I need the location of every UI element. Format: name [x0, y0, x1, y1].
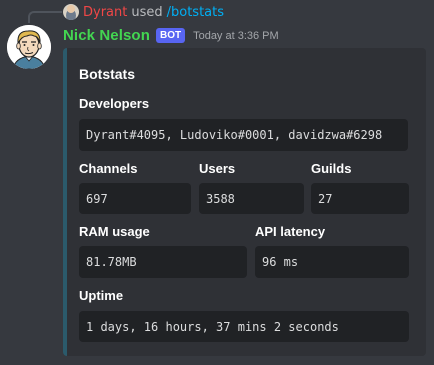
- field-name-api-latency: API latency: [255, 224, 326, 239]
- field-name-channels: Channels: [79, 161, 138, 176]
- field-value-api-latency: 96 ms: [255, 246, 409, 278]
- message-timestamp[interactable]: Today at 3:36 PM: [193, 30, 279, 42]
- field-name-guilds: Guilds: [311, 161, 352, 176]
- reply-connector-line: [28, 11, 62, 23]
- field-value-ram-usage: 81.78MB: [79, 246, 247, 278]
- field-value-users: 3588: [199, 183, 304, 214]
- field-name-users: Users: [199, 161, 236, 176]
- field-value-channels: 697: [79, 183, 191, 214]
- reply-context[interactable]: Dyrant used /botstats: [63, 3, 224, 21]
- embed-title: Botstats: [79, 66, 136, 82]
- field-name-uptime: Uptime: [79, 288, 124, 303]
- field-value-guilds: 27: [311, 183, 409, 214]
- reply-username[interactable]: Dyrant: [83, 5, 127, 20]
- field-name-developers: Developers: [79, 96, 150, 111]
- bot-tag: BOT: [155, 28, 186, 43]
- author-name[interactable]: Nick Nelson: [63, 27, 150, 44]
- message-header: Nick Nelson BOT Today at 3:36 PM: [63, 27, 279, 44]
- chat-message: Dyrant used /botstats Nick Nelson BOT To…: [0, 0, 434, 365]
- avatar-portrait-icon: [7, 25, 51, 69]
- reply-action-text: used: [131, 4, 163, 20]
- reply-avatar[interactable]: [63, 4, 79, 20]
- reply-command[interactable]: /botstats: [167, 5, 224, 20]
- field-value-uptime: 1 days, 16 hours, 37 mins 2 seconds: [79, 311, 409, 342]
- embed-card: Botstats Developers Dyrant#4095, Ludovik…: [63, 48, 426, 356]
- avatar[interactable]: [7, 25, 51, 69]
- field-name-ram-usage: RAM usage: [79, 224, 150, 239]
- field-value-developers: Dyrant#4095, Ludoviko#0001, davidzwa#629…: [79, 119, 408, 151]
